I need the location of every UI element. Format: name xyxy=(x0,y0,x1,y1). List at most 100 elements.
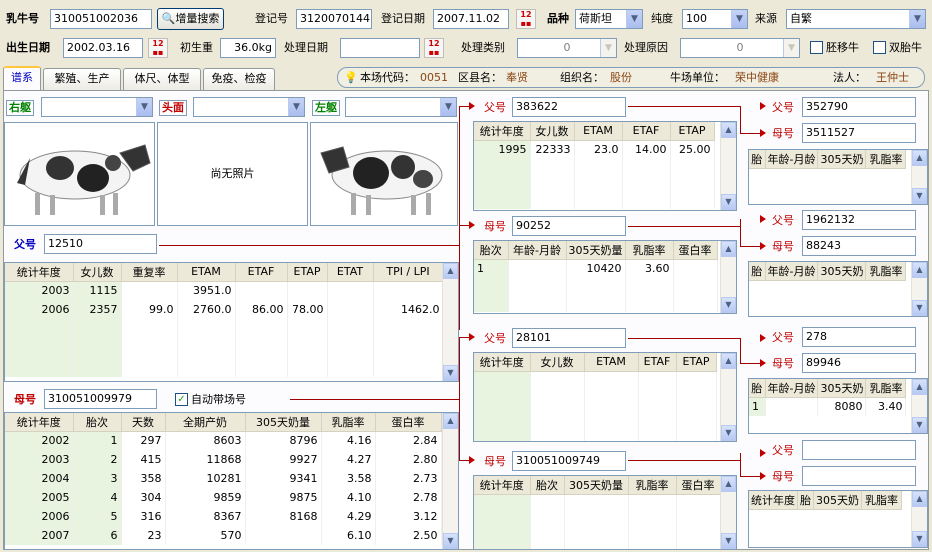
purity-select[interactable]: 100 ▼ xyxy=(682,9,748,29)
incremental-search-button[interactable]: 🔍增量搜索 xyxy=(157,8,224,30)
scrollbar[interactable]: ▲ ▼ xyxy=(911,379,927,433)
scroll-up-icon[interactable]: ▲ xyxy=(443,413,458,429)
scroll-up-icon[interactable]: ▲ xyxy=(912,491,927,507)
process-date-field[interactable] xyxy=(340,38,420,58)
g2-grid[interactable]: 胎年龄-月龄 305天奶 乳脂率 ▲ ▼ xyxy=(748,261,928,317)
ear-tag-field[interactable]: 310051002036 xyxy=(50,9,152,29)
scroll-down-icon[interactable]: ▼ xyxy=(721,425,736,441)
table-row[interactable]: 2003 2 415 11868 9927 4.27 2.80 xyxy=(5,450,442,469)
scrollbar[interactable]: ▲ ▼ xyxy=(720,241,736,313)
table-row[interactable]: 2005 4 304 9859 9875 4.10 2.78 xyxy=(5,488,442,507)
scrollbar[interactable]: ▲ ▼ xyxy=(720,476,736,549)
process-type-select[interactable]: 0 ▼ xyxy=(517,38,617,58)
sire-label: 父号 xyxy=(14,238,36,251)
ds-grid[interactable]: 统计年度 女儿数 ETAM ETAF ETAP ▲ ▼ xyxy=(473,352,737,442)
auto-farm-no-checkbox[interactable]: ✓ xyxy=(175,393,188,406)
g4-dam-field[interactable] xyxy=(802,466,916,486)
left-body-photo[interactable] xyxy=(310,122,458,226)
sd-grid[interactable]: 胎次 年龄-月龄 305天奶量 乳脂率 蛋白率 1 10420 3.60 ▲ ▼ xyxy=(473,240,737,314)
g4-grid[interactable]: 统计年度胎 305天奶 乳脂率 ▲ ▼ xyxy=(748,490,928,548)
g1-grid[interactable]: 胎年龄-月龄 305天奶 乳脂率 ▲ ▼ xyxy=(748,149,928,205)
scroll-down-icon[interactable]: ▼ xyxy=(912,300,927,316)
calendar-icon[interactable]: 12 ▪▪ xyxy=(148,38,168,58)
scroll-down-icon[interactable]: ▼ xyxy=(721,194,736,210)
table-row[interactable]: 1995 22333 23.0 14.00 25.00 xyxy=(474,140,715,159)
calendar-icon[interactable]: 12 ▪▪ xyxy=(516,9,536,29)
table-row[interactable]: 2006 2357 99.0 2760.0 86.00 78.00 1462.0 xyxy=(5,300,444,319)
ss-field[interactable]: 383622 xyxy=(512,97,626,117)
right-body-select[interactable]: ▼ xyxy=(41,97,153,117)
g1-dam-field[interactable]: 3511527 xyxy=(802,123,916,143)
scroll-down-icon[interactable]: ▼ xyxy=(912,531,927,547)
dd-field[interactable]: 310051009749 xyxy=(512,451,626,471)
embryo-checkbox[interactable] xyxy=(810,41,823,54)
scrollbar[interactable]: ▲ ▼ xyxy=(911,491,927,547)
table-row[interactable]: 2006 5 316 8367 8168 4.29 3.12 xyxy=(5,507,442,526)
scrollbar[interactable]: ▲ ▼ xyxy=(442,413,458,549)
scroll-up-icon[interactable]: ▲ xyxy=(912,379,927,395)
scrollbar[interactable]: ▲ ▼ xyxy=(720,353,736,441)
scrollbar[interactable]: ▲ ▼ xyxy=(442,263,458,381)
reg-no-field[interactable]: 3120070144 xyxy=(296,9,372,29)
scrollbar[interactable]: ▲ ▼ xyxy=(911,150,927,204)
grid-cell: 1 xyxy=(73,431,122,450)
scroll-up-icon[interactable]: ▲ xyxy=(912,150,927,166)
dam-label: 母号 xyxy=(14,393,36,406)
g2-dam-field[interactable]: 88243 xyxy=(802,236,916,256)
tab-body-measure[interactable]: 体尺、体型 xyxy=(123,68,201,90)
tab-immunity[interactable]: 免疫、检疫 xyxy=(203,68,275,90)
reg-date-field[interactable]: 2007.11.02 xyxy=(433,9,509,29)
birth-date-field[interactable]: 2002.03.16 xyxy=(63,38,143,58)
scroll-up-icon[interactable]: ▲ xyxy=(721,476,736,492)
sire-grid[interactable]: 统计年度 女儿数 重复率 ETAM ETAF ETAP ETAT TPI / L… xyxy=(4,262,459,382)
scroll-down-icon[interactable]: ▼ xyxy=(721,297,736,313)
scroll-up-icon[interactable]: ▲ xyxy=(721,353,736,369)
left-body-select[interactable]: ▼ xyxy=(345,97,457,117)
sire-field[interactable]: 12510 xyxy=(44,234,157,254)
arrow-right-icon xyxy=(469,221,475,229)
ds-field[interactable]: 28101 xyxy=(512,328,626,348)
dd-grid[interactable]: 统计年度 胎次 305天奶量 乳脂率 蛋白率 ▲ ▼ xyxy=(473,475,737,550)
scroll-up-icon[interactable]: ▲ xyxy=(721,241,736,257)
scroll-down-icon[interactable]: ▼ xyxy=(721,533,736,549)
head-photo[interactable]: 尚无照片 xyxy=(157,122,308,226)
ss-label: 父号 xyxy=(484,101,506,114)
scrollbar[interactable]: ▲ ▼ xyxy=(720,122,736,210)
dam-field[interactable]: 310051009979 xyxy=(44,389,157,409)
sd-field[interactable]: 90252 xyxy=(512,216,626,236)
scroll-up-icon[interactable]: ▲ xyxy=(721,122,736,138)
table-row[interactable]: 1 10420 3.60 xyxy=(474,259,718,278)
g2-sire-field[interactable]: 1962132 xyxy=(802,210,916,230)
tab-breeding-production[interactable]: 繁殖、生产 xyxy=(43,68,121,90)
g3-grid[interactable]: 胎年龄-月龄 305天奶 乳脂率 1 8080 3.40 ▲ ▼ xyxy=(748,378,928,434)
table-row[interactable]: 2003 1115 3951.0 xyxy=(5,281,444,300)
calendar-icon[interactable]: 12 ▪▪ xyxy=(424,38,444,58)
ss-grid[interactable]: 统计年度 女儿数 ETAM ETAF ETAP 1995 22333 23.0 14.00 25… xyxy=(473,121,737,211)
scroll-up-icon[interactable]: ▲ xyxy=(912,262,927,278)
process-reason-select[interactable]: 0 ▼ xyxy=(680,38,800,58)
table-row[interactable]: 2004 3 358 10281 9341 3.58 2.73 xyxy=(5,469,442,488)
birth-weight-field[interactable]: 36.0kg xyxy=(220,38,276,58)
g3-dam-field[interactable]: 89946 xyxy=(802,353,916,373)
g3-sire-field[interactable]: 278 xyxy=(802,327,916,347)
scroll-down-icon[interactable]: ▼ xyxy=(912,417,927,433)
tab-pedigree[interactable]: 谱系 xyxy=(3,66,41,90)
grid-col-header: 女儿数 xyxy=(530,122,575,141)
scroll-up-icon[interactable]: ▲ xyxy=(443,263,458,279)
scroll-down-icon[interactable]: ▼ xyxy=(443,533,458,549)
right-body-photo[interactable] xyxy=(4,122,155,226)
scroll-down-icon[interactable]: ▼ xyxy=(912,188,927,204)
scrollbar[interactable]: ▲ ▼ xyxy=(911,262,927,316)
dam-grid[interactable]: 统计年度 胎次 天数 全期产奶 305天奶量 乳脂率 蛋白率 2002 1 297 8… xyxy=(4,412,459,550)
table-row[interactable]: 2002 1 297 8603 8796 4.16 2.84 xyxy=(5,431,442,450)
grid-col-header: 女儿数 xyxy=(530,353,585,372)
table-row[interactable]: 2007 6 23 570 6.10 2.50 xyxy=(5,526,442,545)
g1-sire-field[interactable]: 352790 xyxy=(802,97,916,117)
breed-select[interactable]: 荷斯坦 ▼ xyxy=(575,9,643,29)
head-select[interactable]: ▼ xyxy=(193,97,305,117)
g4-sire-field[interactable] xyxy=(802,440,916,460)
table-row[interactable]: 1 8080 3.40 xyxy=(749,397,907,416)
twin-checkbox[interactable] xyxy=(873,41,886,54)
source-select[interactable]: 自繁 ▼ xyxy=(786,9,926,29)
scroll-down-icon[interactable]: ▼ xyxy=(443,365,458,381)
